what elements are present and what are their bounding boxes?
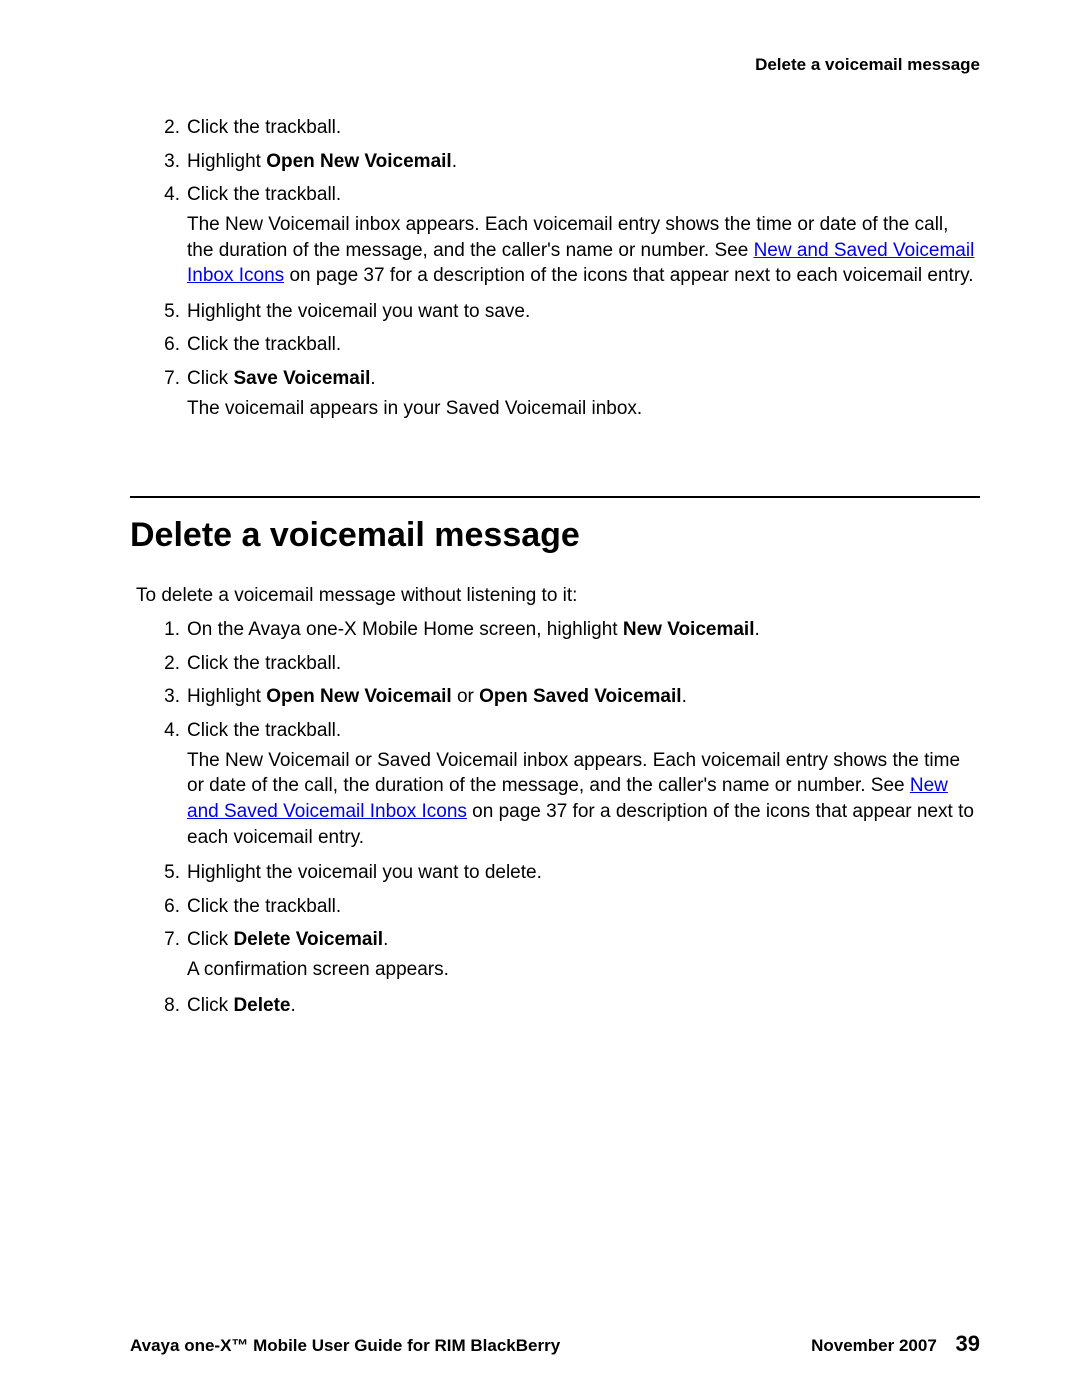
step-subtext: A confirmation screen appears. — [187, 957, 980, 983]
step-text: Click — [187, 368, 233, 389]
running-header: Delete a voicemail message — [130, 55, 980, 75]
step-number: 7. — [150, 927, 180, 953]
step-subtext: The New Voicemail or Saved Voicemail inb… — [187, 748, 980, 851]
list-item: 6. Click the trackball. — [130, 332, 980, 358]
step-number: 1. — [150, 617, 180, 643]
step-number: 2. — [150, 651, 180, 677]
step-text: . — [755, 619, 760, 640]
step-number: 5. — [150, 860, 180, 886]
bold-text: Open New Voicemail — [266, 686, 451, 707]
list-item: 7. Click Delete Voicemail. A confirmatio… — [130, 927, 980, 982]
step-text: Highlight the voicemail you want to dele… — [187, 862, 542, 883]
list-item: 3. Highlight Open New Voicemail. — [130, 149, 980, 175]
step-text: . — [452, 151, 457, 172]
bold-text: Save Voicemail — [233, 368, 370, 389]
bold-text: Delete — [233, 995, 290, 1016]
bold-text: Open New Voicemail — [266, 151, 451, 172]
step-number: 2. — [150, 115, 180, 141]
footer-right: November 2007 39 — [811, 1331, 980, 1357]
step-number: 4. — [150, 182, 180, 208]
footer-page-number: 39 — [956, 1331, 980, 1356]
step-text: . — [682, 686, 687, 707]
step-number: 8. — [150, 993, 180, 1019]
step-number: 3. — [150, 684, 180, 710]
footer-title: Avaya one-X™ Mobile User Guide for RIM B… — [130, 1336, 560, 1356]
step-text: Click the trackball. — [187, 117, 341, 138]
step-text: Highlight — [187, 151, 266, 172]
step-text: Click the trackball. — [187, 896, 341, 917]
list-item: 7. Click Save Voicemail. The voicemail a… — [130, 366, 980, 421]
step-number: 7. — [150, 366, 180, 392]
step-text: Highlight the voicemail you want to save… — [187, 301, 530, 322]
subtext-b: on page 37 for a description of the icon… — [284, 265, 973, 286]
step-text: . — [370, 368, 375, 389]
list-item: 4. Click the trackball. The New Voicemai… — [130, 718, 980, 850]
list-item: 1. On the Avaya one-X Mobile Home screen… — [130, 617, 980, 643]
step-number: 6. — [150, 332, 180, 358]
step-text: . — [290, 995, 295, 1016]
subtext-a: The New Voicemail or Saved Voicemail inb… — [187, 750, 960, 797]
step-text: Click the trackball. — [187, 720, 341, 741]
section-intro: To delete a voicemail message without li… — [136, 583, 980, 609]
list-item: 2. Click the trackball. — [130, 115, 980, 141]
step-subtext: The New Voicemail inbox appears. Each vo… — [187, 212, 980, 289]
list-item: 5. Highlight the voicemail you want to d… — [130, 860, 980, 886]
step-number: 6. — [150, 894, 180, 920]
step-text: On the Avaya one-X Mobile Home screen, h… — [187, 619, 623, 640]
step-text: Click the trackball. — [187, 184, 341, 205]
bold-text: New Voicemail — [623, 619, 755, 640]
step-text: Click — [187, 995, 233, 1016]
step-number: 3. — [150, 149, 180, 175]
list-item: 3. Highlight Open New Voicemail or Open … — [130, 684, 980, 710]
section-heading: Delete a voicemail message — [130, 516, 980, 555]
list-item: 5. Highlight the voicemail you want to s… — [130, 299, 980, 325]
step-number: 5. — [150, 299, 180, 325]
step-text: Click — [187, 929, 233, 950]
step-text: Highlight — [187, 686, 266, 707]
step-text: . — [383, 929, 388, 950]
bold-text: Delete Voicemail — [233, 929, 383, 950]
step-number: 4. — [150, 718, 180, 744]
save-steps: 2. Click the trackball. 3. Highlight Ope… — [130, 115, 980, 421]
section-rule — [130, 496, 980, 498]
list-item: 2. Click the trackball. — [130, 651, 980, 677]
page: Delete a voicemail message 2. Click the … — [0, 0, 1080, 1397]
step-text: Click the trackball. — [187, 653, 341, 674]
step-text: or — [452, 686, 479, 707]
step-text: Click the trackball. — [187, 334, 341, 355]
delete-steps: 1. On the Avaya one-X Mobile Home screen… — [130, 617, 980, 1018]
list-item: 4. Click the trackball. The New Voicemai… — [130, 182, 980, 289]
list-item: 6. Click the trackball. — [130, 894, 980, 920]
list-item: 8. Click Delete. — [130, 993, 980, 1019]
footer: Avaya one-X™ Mobile User Guide for RIM B… — [130, 1331, 980, 1357]
footer-date: November 2007 — [811, 1336, 937, 1355]
step-subtext: The voicemail appears in your Saved Voic… — [187, 396, 980, 422]
bold-text: Open Saved Voicemail — [479, 686, 681, 707]
